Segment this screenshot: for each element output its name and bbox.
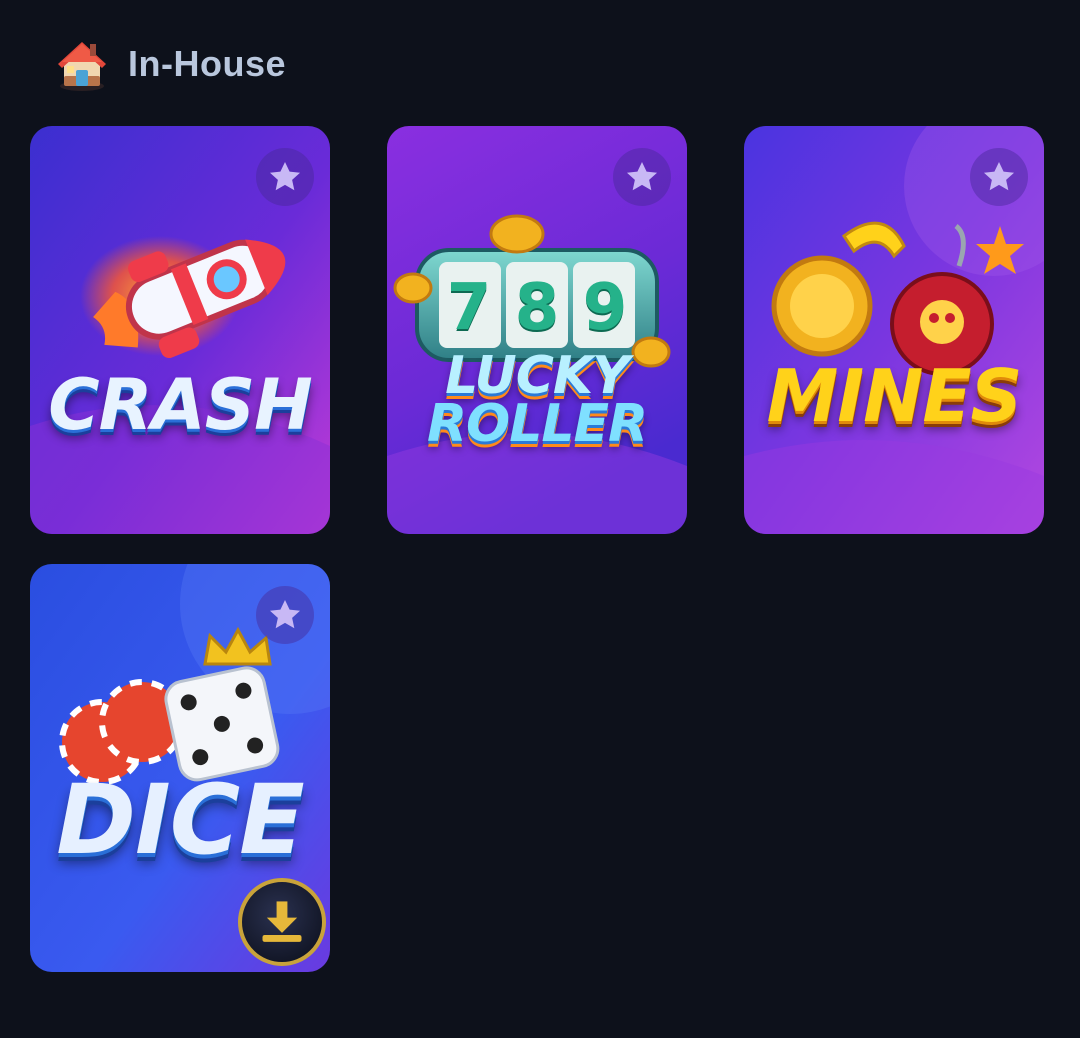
game-title-roller: ROLLER <box>426 394 648 454</box>
slot-reels: 7 8 9 <box>439 268 635 348</box>
star-icon <box>626 161 658 191</box>
star-icon <box>983 161 1015 191</box>
star-icon <box>269 161 301 191</box>
download-icon <box>262 901 302 942</box>
favorite-button-crash[interactable] <box>256 148 314 206</box>
game-title-mines: MINES <box>766 354 1023 438</box>
game-title-crash: CRASH <box>48 364 312 446</box>
game-title-dice: DICE <box>56 764 304 876</box>
reel-digit: 8 <box>514 271 560 345</box>
favorite-button-mines[interactable] <box>970 148 1028 206</box>
favorite-button-lucky-roller[interactable] <box>613 148 671 206</box>
download-button[interactable] <box>238 878 326 966</box>
game-card-mines[interactable]: MINES <box>744 126 1044 534</box>
section-title: In-House <box>128 43 287 84</box>
game-card-crash[interactable]: CRASH <box>30 126 330 534</box>
game-card-lucky-roller[interactable]: 7 8 9 LUCKY ROLLER <box>387 126 687 534</box>
favorite-button-dice[interactable] <box>256 586 314 644</box>
star-icon <box>269 599 301 629</box>
house-icon <box>58 42 106 91</box>
reel-digit: 9 <box>582 271 628 345</box>
reel-digit: 7 <box>446 271 492 345</box>
game-card-dice[interactable]: DICE <box>30 564 330 972</box>
section-header: In-House <box>52 34 286 94</box>
